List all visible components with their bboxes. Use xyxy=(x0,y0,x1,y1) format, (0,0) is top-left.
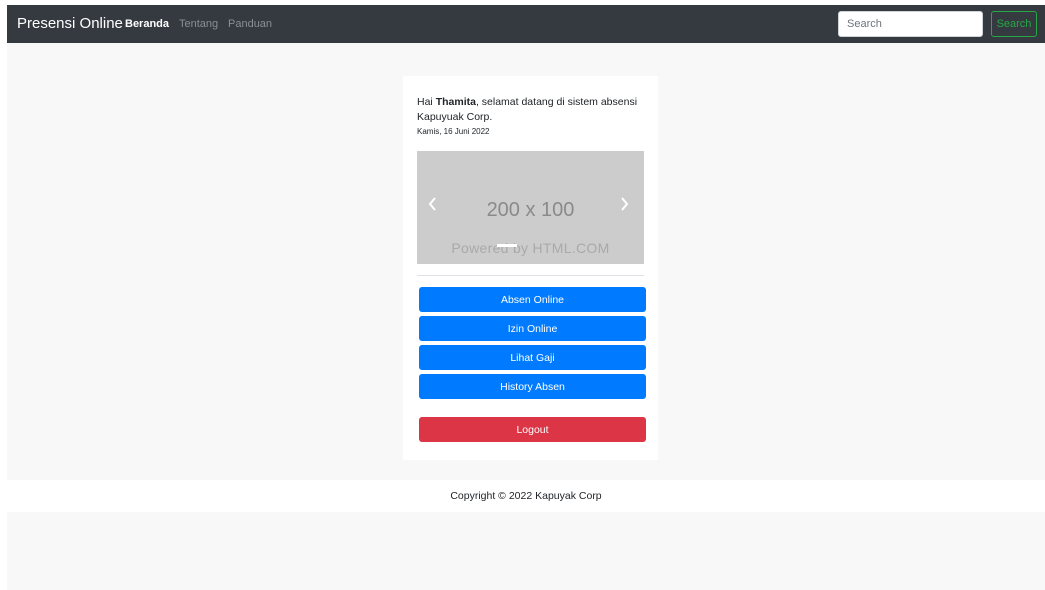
image-carousel[interactable]: 200 x 100 Powered by HTML.COM xyxy=(417,151,644,264)
greeting-prefix: Hai xyxy=(417,96,436,108)
search-button[interactable]: Search xyxy=(991,11,1037,37)
nav-link-beranda[interactable]: Beranda xyxy=(125,18,169,30)
main-card: Hai Thamita, selamat datang di sistem ab… xyxy=(403,76,658,460)
user-name: Thamita xyxy=(435,96,476,108)
carousel-size-text: 200 x 100 xyxy=(486,199,575,221)
lihat-gaji-button[interactable]: Lihat Gaji xyxy=(419,345,646,370)
top-navbar: Presensi Online Beranda Tentang Panduan … xyxy=(7,5,1045,43)
search-input[interactable] xyxy=(838,11,983,37)
nav-link-panduan[interactable]: Panduan xyxy=(228,18,272,30)
history-absen-button[interactable]: History Absen xyxy=(419,374,646,399)
page-frame: Presensi Online Beranda Tentang Panduan … xyxy=(7,5,1045,590)
brand-link[interactable]: Presensi Online xyxy=(17,15,123,32)
chevron-right-icon[interactable] xyxy=(620,197,629,215)
footer: Copyright © 2022 Kapuyak Corp xyxy=(7,480,1045,512)
greeting-text: Hai Thamita, selamat datang di sistem ab… xyxy=(417,95,652,125)
divider xyxy=(417,275,644,276)
copyright-text: Copyright © 2022 Kapuyak Corp xyxy=(450,490,602,502)
chevron-left-icon[interactable] xyxy=(428,197,437,215)
izin-online-button[interactable]: Izin Online xyxy=(419,316,646,341)
carousel-watermark: Powered by HTML.COM xyxy=(451,240,610,256)
absen-online-button[interactable]: Absen Online xyxy=(419,287,646,312)
carousel-indicator[interactable] xyxy=(497,244,517,247)
current-date: Kamis, 16 Juni 2022 xyxy=(417,127,490,136)
nav-link-tentang[interactable]: Tentang xyxy=(179,18,218,30)
logout-button[interactable]: Logout xyxy=(419,417,646,442)
